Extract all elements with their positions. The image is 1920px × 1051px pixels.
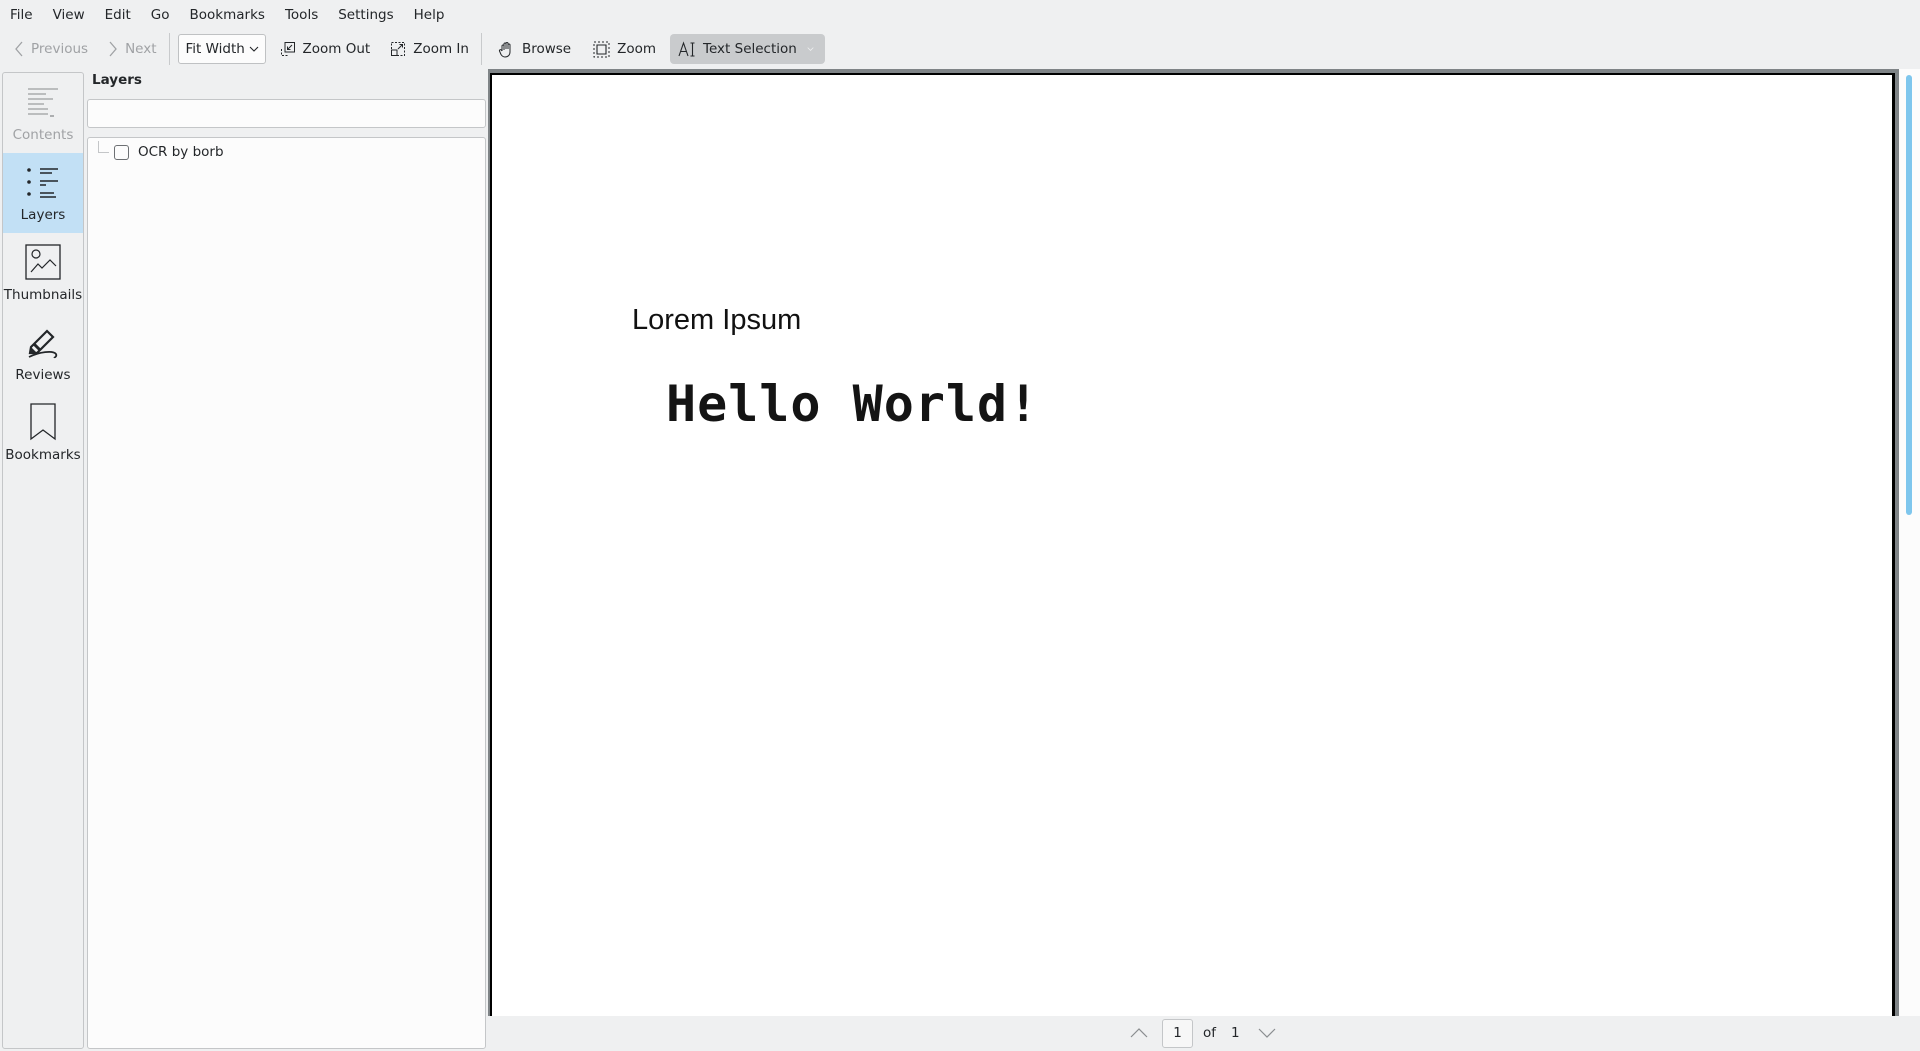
- menu-edit[interactable]: Edit: [95, 0, 141, 30]
- sidebar-label: Reviews: [15, 367, 71, 383]
- page-of-label: of: [1203, 1025, 1217, 1041]
- previous-button[interactable]: Previous: [6, 34, 96, 64]
- document-page[interactable]: Lorem Ipsum Hello World!: [490, 73, 1895, 1033]
- previous-label: Previous: [31, 41, 89, 57]
- chevron-down-icon: [249, 46, 258, 52]
- hand-icon: [498, 41, 511, 58]
- page-navigation-bar: 1 of 1: [488, 1016, 1920, 1051]
- vertical-scrollbar[interactable]: [1899, 69, 1920, 1016]
- menu-view[interactable]: View: [43, 0, 95, 30]
- contents-icon: [26, 77, 60, 127]
- document-viewport[interactable]: Lorem Ipsum Hello World!: [488, 69, 1899, 1033]
- zoom-in-button[interactable]: Zoom In: [382, 34, 477, 64]
- text-selection-label: Text Selection: [703, 41, 797, 57]
- zoom-mode-select[interactable]: Fit Width: [177, 34, 266, 64]
- next-button[interactable]: Next: [100, 34, 164, 64]
- toolbar-separator: [168, 33, 170, 65]
- scrollbar-thumb[interactable]: [1906, 75, 1912, 515]
- next-label: Next: [125, 41, 157, 57]
- zoom-select-icon: [593, 41, 610, 57]
- sidebar-item-contents[interactable]: Contents: [3, 73, 83, 153]
- menu-bar: File View Edit Go Bookmarks Tools Settin…: [0, 0, 1920, 30]
- chevron-up-icon: [1130, 1028, 1148, 1038]
- image-icon: [25, 237, 61, 287]
- layers-icon: [26, 157, 60, 207]
- document-body-text: Hello World!: [666, 375, 1040, 433]
- chevron-down-icon: [807, 47, 814, 51]
- layers-tree: OCR by borb: [87, 137, 486, 1049]
- zoom-in-icon: [391, 42, 406, 56]
- zoom-tool-label: Zoom: [617, 41, 657, 57]
- bookmark-icon: [30, 397, 56, 447]
- text-select-icon: [678, 40, 695, 57]
- sidebar-label: Contents: [12, 127, 74, 143]
- document-heading: Lorem Ipsum: [632, 304, 802, 336]
- menu-settings[interactable]: Settings: [328, 0, 403, 30]
- menu-tools[interactable]: Tools: [275, 0, 328, 30]
- sidebar-label: Layers: [20, 207, 66, 223]
- text-selection-tool-button[interactable]: Text Selection: [670, 34, 825, 64]
- sidebar-item-thumbnails[interactable]: Thumbnails: [3, 233, 83, 313]
- panel-title: Layers: [92, 72, 142, 88]
- menu-help[interactable]: Help: [404, 0, 455, 30]
- zoom-tool-button[interactable]: Zoom: [585, 34, 664, 64]
- browse-tool-button[interactable]: Browse: [490, 34, 579, 64]
- text-selection-menu-button[interactable]: [807, 46, 821, 52]
- tree-branch-line: [98, 141, 109, 153]
- next-page-button[interactable]: [1258, 1026, 1276, 1042]
- sidebar-item-bookmarks[interactable]: Bookmarks: [3, 393, 83, 473]
- sidebar-item-layers[interactable]: Layers: [3, 153, 83, 233]
- previous-page-button[interactable]: [1130, 1026, 1148, 1042]
- zoom-out-button[interactable]: Zoom Out: [272, 34, 379, 64]
- layer-visibility-checkbox[interactable]: [114, 145, 129, 160]
- toolbar-separator: [480, 33, 482, 65]
- zoom-out-label: Zoom Out: [302, 41, 371, 57]
- menu-go[interactable]: Go: [141, 0, 180, 30]
- zoom-mode-value: Fit Width: [185, 41, 245, 57]
- chevron-down-icon: [1258, 1028, 1276, 1038]
- sidebar-label: Thumbnails: [3, 287, 83, 303]
- browse-label: Browse: [521, 41, 572, 57]
- sidebar: Contents Layers Thumbnails Reviews Bookm…: [2, 72, 84, 1049]
- main-toolbar: Previous Next Fit Width Zoom Out Zoom In…: [0, 32, 1920, 66]
- layers-search-input[interactable]: [87, 99, 486, 128]
- menu-file[interactable]: File: [0, 0, 43, 30]
- total-pages: 1: [1231, 1025, 1240, 1041]
- current-page-input[interactable]: 1: [1162, 1019, 1193, 1048]
- chevron-right-icon: [109, 41, 117, 57]
- chevron-left-icon: [15, 41, 23, 57]
- zoom-in-label: Zoom In: [413, 41, 469, 57]
- zoom-out-icon: [280, 42, 295, 56]
- sidebar-label: Bookmarks: [5, 447, 81, 463]
- layer-label: OCR by borb: [138, 144, 224, 160]
- sidebar-item-reviews[interactable]: Reviews: [3, 313, 83, 393]
- pen-icon: [25, 317, 61, 367]
- menu-bookmarks[interactable]: Bookmarks: [180, 0, 275, 30]
